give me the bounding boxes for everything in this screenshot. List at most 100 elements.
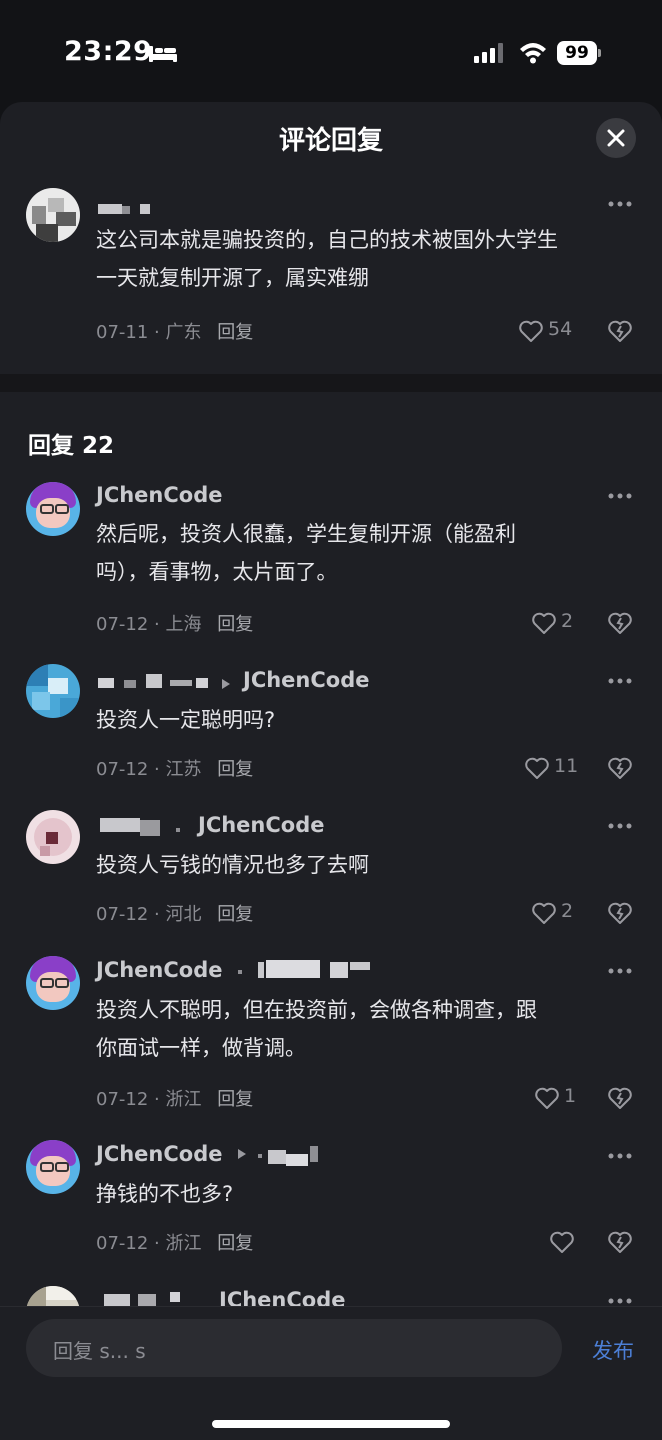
like-count: 2 — [561, 610, 574, 632]
meta-separator: · — [154, 322, 166, 343]
more-icon[interactable] — [607, 200, 633, 208]
avatar[interactable] — [26, 188, 80, 242]
reply-text-line1: 投资人不聪明，但在投资前，会做各种调查，跟 — [96, 998, 537, 1022]
heart-icon — [535, 1087, 559, 1109]
reply-target-username[interactable]: JChenCode — [198, 813, 324, 837]
section-divider — [0, 374, 662, 392]
reply-date: 07-12 — [96, 759, 149, 780]
replies-count-header: 回复 22 — [28, 433, 115, 459]
like-button[interactable]: 1 — [534, 1085, 582, 1111]
reply-link[interactable]: 回复 — [217, 1089, 253, 1110]
reply-link[interactable]: 回复 — [217, 614, 253, 635]
signal-icon — [474, 43, 503, 63]
battery-level: 99 — [557, 41, 597, 65]
battery-tip — [598, 49, 601, 57]
reply-link[interactable]: 回复 — [217, 904, 253, 925]
username-blurred — [100, 818, 184, 836]
close-icon — [607, 129, 625, 147]
more-icon[interactable] — [607, 822, 633, 830]
meta-separator: · — [154, 1233, 166, 1254]
heart-icon — [532, 902, 556, 924]
more-icon[interactable] — [607, 492, 633, 500]
reply-target-username[interactable]: JChenCode — [243, 668, 369, 692]
battery-indicator: 99 — [557, 41, 601, 65]
more-icon[interactable] — [607, 677, 633, 685]
dislike-icon[interactable] — [607, 900, 633, 926]
reply-location: 河北 — [165, 904, 202, 925]
reply-link[interactable]: 回复 — [217, 1233, 253, 1254]
reply-username[interactable]: JChenCode — [96, 483, 222, 507]
comment-meta: 07-11 · 广东 回复 — [96, 318, 253, 344]
reply-username[interactable]: JChenCode — [96, 958, 222, 982]
like-count: 11 — [554, 755, 579, 777]
meta-separator: · — [154, 759, 166, 780]
dislike-icon[interactable] — [607, 1229, 633, 1255]
like-count: 1 — [564, 1085, 577, 1107]
triangle-right-icon — [222, 679, 230, 689]
reply-meta: 07-12 · 江苏 回复 — [96, 755, 253, 781]
username-blurred — [98, 204, 154, 216]
heart-icon — [525, 757, 549, 779]
like-button[interactable]: 2 — [531, 610, 581, 636]
comment-text-line1: 这公司本就是骗投资的，自己的技术被国外大学生 — [96, 228, 558, 252]
like-count: 2 — [561, 900, 574, 922]
reply-meta: 07-12 · 河北 回复 — [96, 900, 253, 926]
avatar[interactable] — [26, 664, 80, 718]
avatar[interactable] — [26, 482, 80, 536]
reply-text-line1: 投资人亏钱的情况也多了去啊 — [96, 853, 369, 877]
status-time: 23:29 — [64, 36, 153, 67]
reply-location: 江苏 — [165, 759, 202, 780]
comment-text-line2: 一天就复制开源了，属实难绷 — [96, 266, 369, 290]
status-bar: 23:29 99 — [0, 0, 662, 100]
sheet-title: 评论回复 — [278, 126, 383, 156]
meta-separator: · — [154, 1089, 166, 1110]
dislike-icon[interactable] — [607, 755, 633, 781]
reply-link[interactable]: 回复 — [217, 322, 253, 343]
heart-icon — [519, 320, 543, 342]
avatar[interactable] — [26, 810, 80, 864]
like-button[interactable]: 2 — [531, 900, 581, 926]
reply-text-line2: 你面试一样，做背调。 — [96, 1036, 306, 1060]
reply-date: 07-12 — [96, 904, 149, 925]
reply-input-placeholder: 回复 s... s — [53, 1339, 146, 1363]
avatar[interactable] — [26, 1140, 80, 1194]
like-button[interactable] — [549, 1229, 577, 1255]
reply-link[interactable]: 回复 — [217, 759, 253, 780]
reply-meta: 07-12 · 浙江 回复 — [96, 1085, 253, 1111]
dislike-icon[interactable] — [607, 1085, 633, 1111]
reply-text-line2: 吗），看事物，太片面了。 — [96, 560, 338, 584]
reply-date: 07-12 — [96, 614, 149, 635]
close-button[interactable] — [596, 118, 636, 158]
more-icon[interactable] — [607, 967, 633, 975]
avatar[interactable] — [26, 956, 80, 1010]
like-button[interactable]: 54 — [518, 318, 578, 344]
reply-text-line1: 然后呢，投资人很蠢，学生复制开源（能盈利 — [96, 522, 516, 546]
dislike-icon[interactable] — [607, 610, 633, 636]
reply-username[interactable]: JChenCode — [96, 1142, 222, 1166]
meta-separator: · — [154, 614, 166, 635]
reply-location: 浙江 — [165, 1089, 202, 1110]
publish-button[interactable]: 发布 — [592, 1335, 634, 1365]
comment-reply-sheet: 评论回复 这公司本就是骗投资的，自己的技术被国外大学生 一天就复制开源了，属实难… — [0, 102, 662, 1440]
username-blurred — [98, 674, 212, 690]
reply-location: 上海 — [165, 614, 202, 635]
reply-meta: 07-12 · 浙江 回复 — [96, 1229, 253, 1255]
reply-target-blurred — [258, 1146, 326, 1166]
reply-input[interactable]: 回复 s... s — [26, 1319, 562, 1377]
comment-location: 广东 — [165, 322, 202, 343]
heart-icon — [550, 1231, 574, 1253]
bed-icon — [149, 46, 177, 62]
home-indicator[interactable] — [212, 1420, 450, 1428]
main-comment: 这公司本就是骗投资的，自己的技术被国外大学生 一天就复制开源了，属实难绷 07-… — [0, 184, 662, 374]
dislike-icon[interactable] — [607, 318, 633, 344]
like-button[interactable]: 11 — [524, 755, 580, 781]
reply-text-line1: 挣钱的不也多? — [96, 1182, 234, 1206]
reply-date: 07-12 — [96, 1233, 149, 1254]
reply-target-blurred — [238, 960, 374, 980]
heart-icon — [532, 612, 556, 634]
meta-separator: · — [154, 904, 166, 925]
reply-location: 浙江 — [165, 1233, 202, 1254]
more-icon[interactable] — [607, 1152, 633, 1160]
reply-text-line1: 投资人一定聪明吗? — [96, 708, 276, 732]
more-icon[interactable] — [607, 1297, 633, 1305]
